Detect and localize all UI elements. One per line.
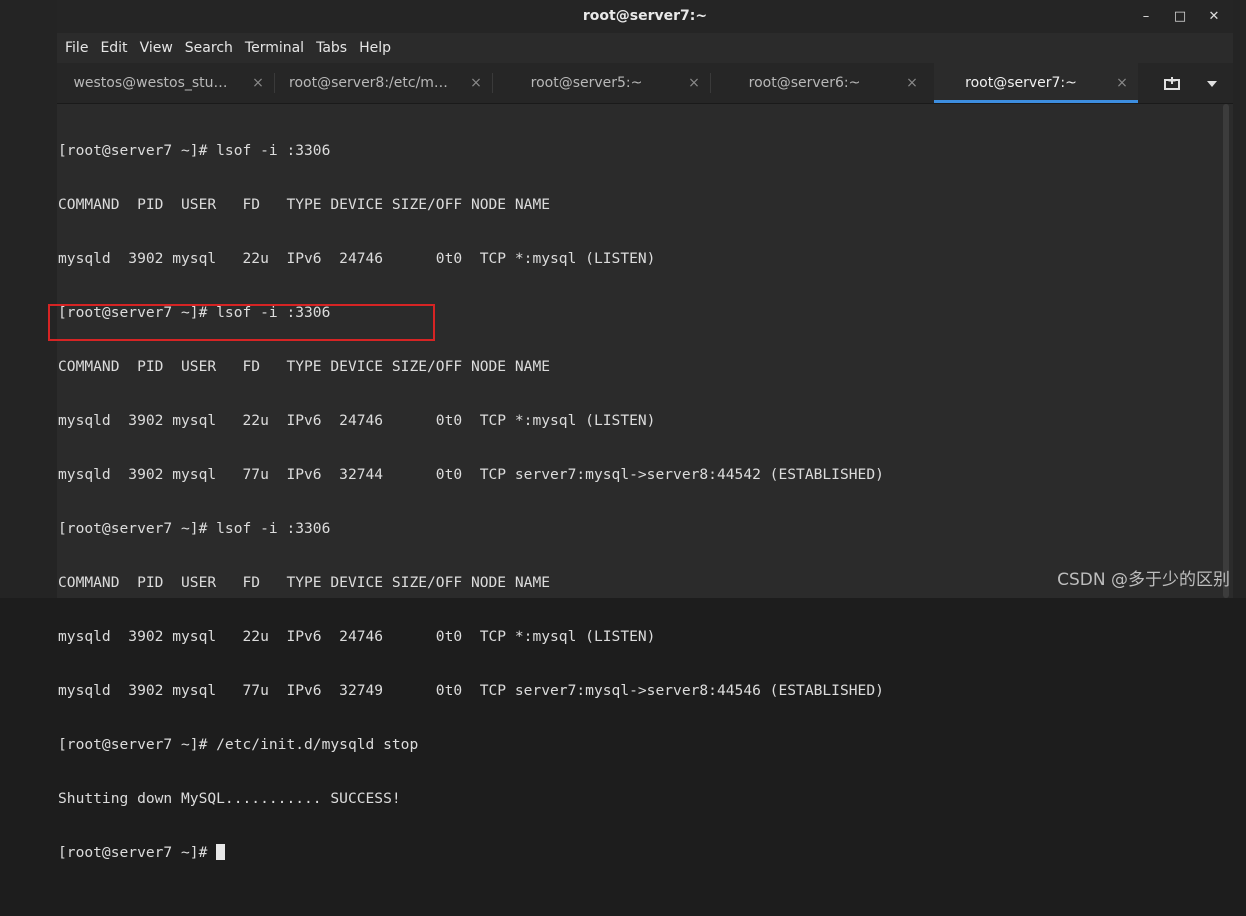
terminal-line: COMMAND PID USER FD TYPE DEVICE SIZE/OFF… <box>58 574 551 591</box>
tab-server5[interactable]: root@server5:~ × <box>493 63 710 103</box>
terminal-scrollbar[interactable] <box>1219 104 1233 598</box>
maximize-button[interactable]: □ <box>1169 6 1191 28</box>
tab-label: root@server8:/etc/m… <box>289 75 448 91</box>
close-window-button[interactable]: ✕ <box>1203 6 1225 28</box>
close-icon[interactable]: × <box>684 63 704 103</box>
close-icon[interactable]: × <box>466 63 486 103</box>
terminal-text: [root@server7 ~]# lsof -i :3306 COMMAND … <box>48 106 884 916</box>
watermark: CSDN @多于少的区别 <box>1057 570 1230 590</box>
chevron-down-icon <box>1207 80 1217 87</box>
menu-help[interactable]: Help <box>355 33 395 63</box>
scrollbar-thumb[interactable] <box>1223 104 1229 598</box>
menu-search[interactable]: Search <box>181 33 237 63</box>
terminal-line: [root@server7 ~]# /etc/init.d/mysqld sto… <box>58 736 419 753</box>
tab-label: westos@westos_stu… <box>73 75 228 91</box>
terminal-line: mysqld 3902 mysql 22u IPv6 24746 0t0 TCP… <box>58 250 656 267</box>
menu-bar: File Edit View Search Terminal Tabs Help <box>57 33 1233 63</box>
desktop-right-edge <box>1233 0 1246 598</box>
new-tab-icon <box>1164 76 1180 90</box>
terminal-window: root@server7:~ – □ ✕ File Edit View Sear… <box>48 0 1233 861</box>
terminal-line: mysqld 3902 mysql 77u IPv6 32744 0t0 TCP… <box>58 466 884 483</box>
tab-label: root@server7:~ <box>965 75 1077 91</box>
menu-edit[interactable]: Edit <box>96 33 131 63</box>
menu-tabs[interactable]: Tabs <box>312 33 351 63</box>
terminal-line: mysqld 3902 mysql 77u IPv6 32749 0t0 TCP… <box>58 682 884 699</box>
terminal-line: [root@server7 ~]# lsof -i :3306 <box>58 142 331 159</box>
terminal-line: COMMAND PID USER FD TYPE DEVICE SIZE/OFF… <box>58 358 551 375</box>
title-bar[interactable]: root@server7:~ – □ ✕ <box>57 0 1233 33</box>
terminal-line: mysqld 3902 mysql 22u IPv6 24746 0t0 TCP… <box>58 412 656 429</box>
tab-label: root@server5:~ <box>530 75 643 91</box>
highlight-box <box>48 304 435 341</box>
terminal-line: Shutting down MySQL........... SUCCESS! <box>58 790 401 807</box>
tab-server8[interactable]: root@server8:/etc/m… × <box>275 63 492 103</box>
text-cursor <box>216 844 226 860</box>
close-icon[interactable]: × <box>1112 63 1132 103</box>
tab-westos[interactable]: westos@westos_stu… × <box>57 63 274 103</box>
tab-server6[interactable]: root@server6:~ × <box>711 63 928 103</box>
terminal-line: [root@server7 ~]# lsof -i :3306 <box>58 520 331 537</box>
tabs-menu-button[interactable] <box>1192 63 1232 103</box>
menu-file[interactable]: File <box>61 33 92 63</box>
menu-terminal[interactable]: Terminal <box>241 33 308 63</box>
minimize-button[interactable]: – <box>1135 6 1157 28</box>
tab-server7[interactable]: root@server7:~ × <box>934 63 1138 103</box>
window-title: root@server7:~ <box>582 8 708 24</box>
close-icon[interactable]: × <box>902 63 922 103</box>
menu-view[interactable]: View <box>136 33 177 63</box>
terminal-output[interactable]: [root@server7 ~]# lsof -i :3306 COMMAND … <box>48 104 1219 861</box>
terminal-prompt-line: [root@server7 ~]# <box>58 844 884 862</box>
close-icon[interactable]: × <box>248 63 268 103</box>
desktop-left-edge <box>0 0 57 598</box>
prompt-text: [root@server7 ~]# <box>58 844 217 861</box>
new-tab-button[interactable] <box>1152 63 1192 103</box>
terminal-line: mysqld 3902 mysql 22u IPv6 24746 0t0 TCP… <box>58 628 656 645</box>
tab-bar: westos@westos_stu… × root@server8:/etc/m… <box>57 63 1233 104</box>
tab-label: root@server6:~ <box>748 75 861 91</box>
terminal-line: COMMAND PID USER FD TYPE DEVICE SIZE/OFF… <box>58 196 551 213</box>
